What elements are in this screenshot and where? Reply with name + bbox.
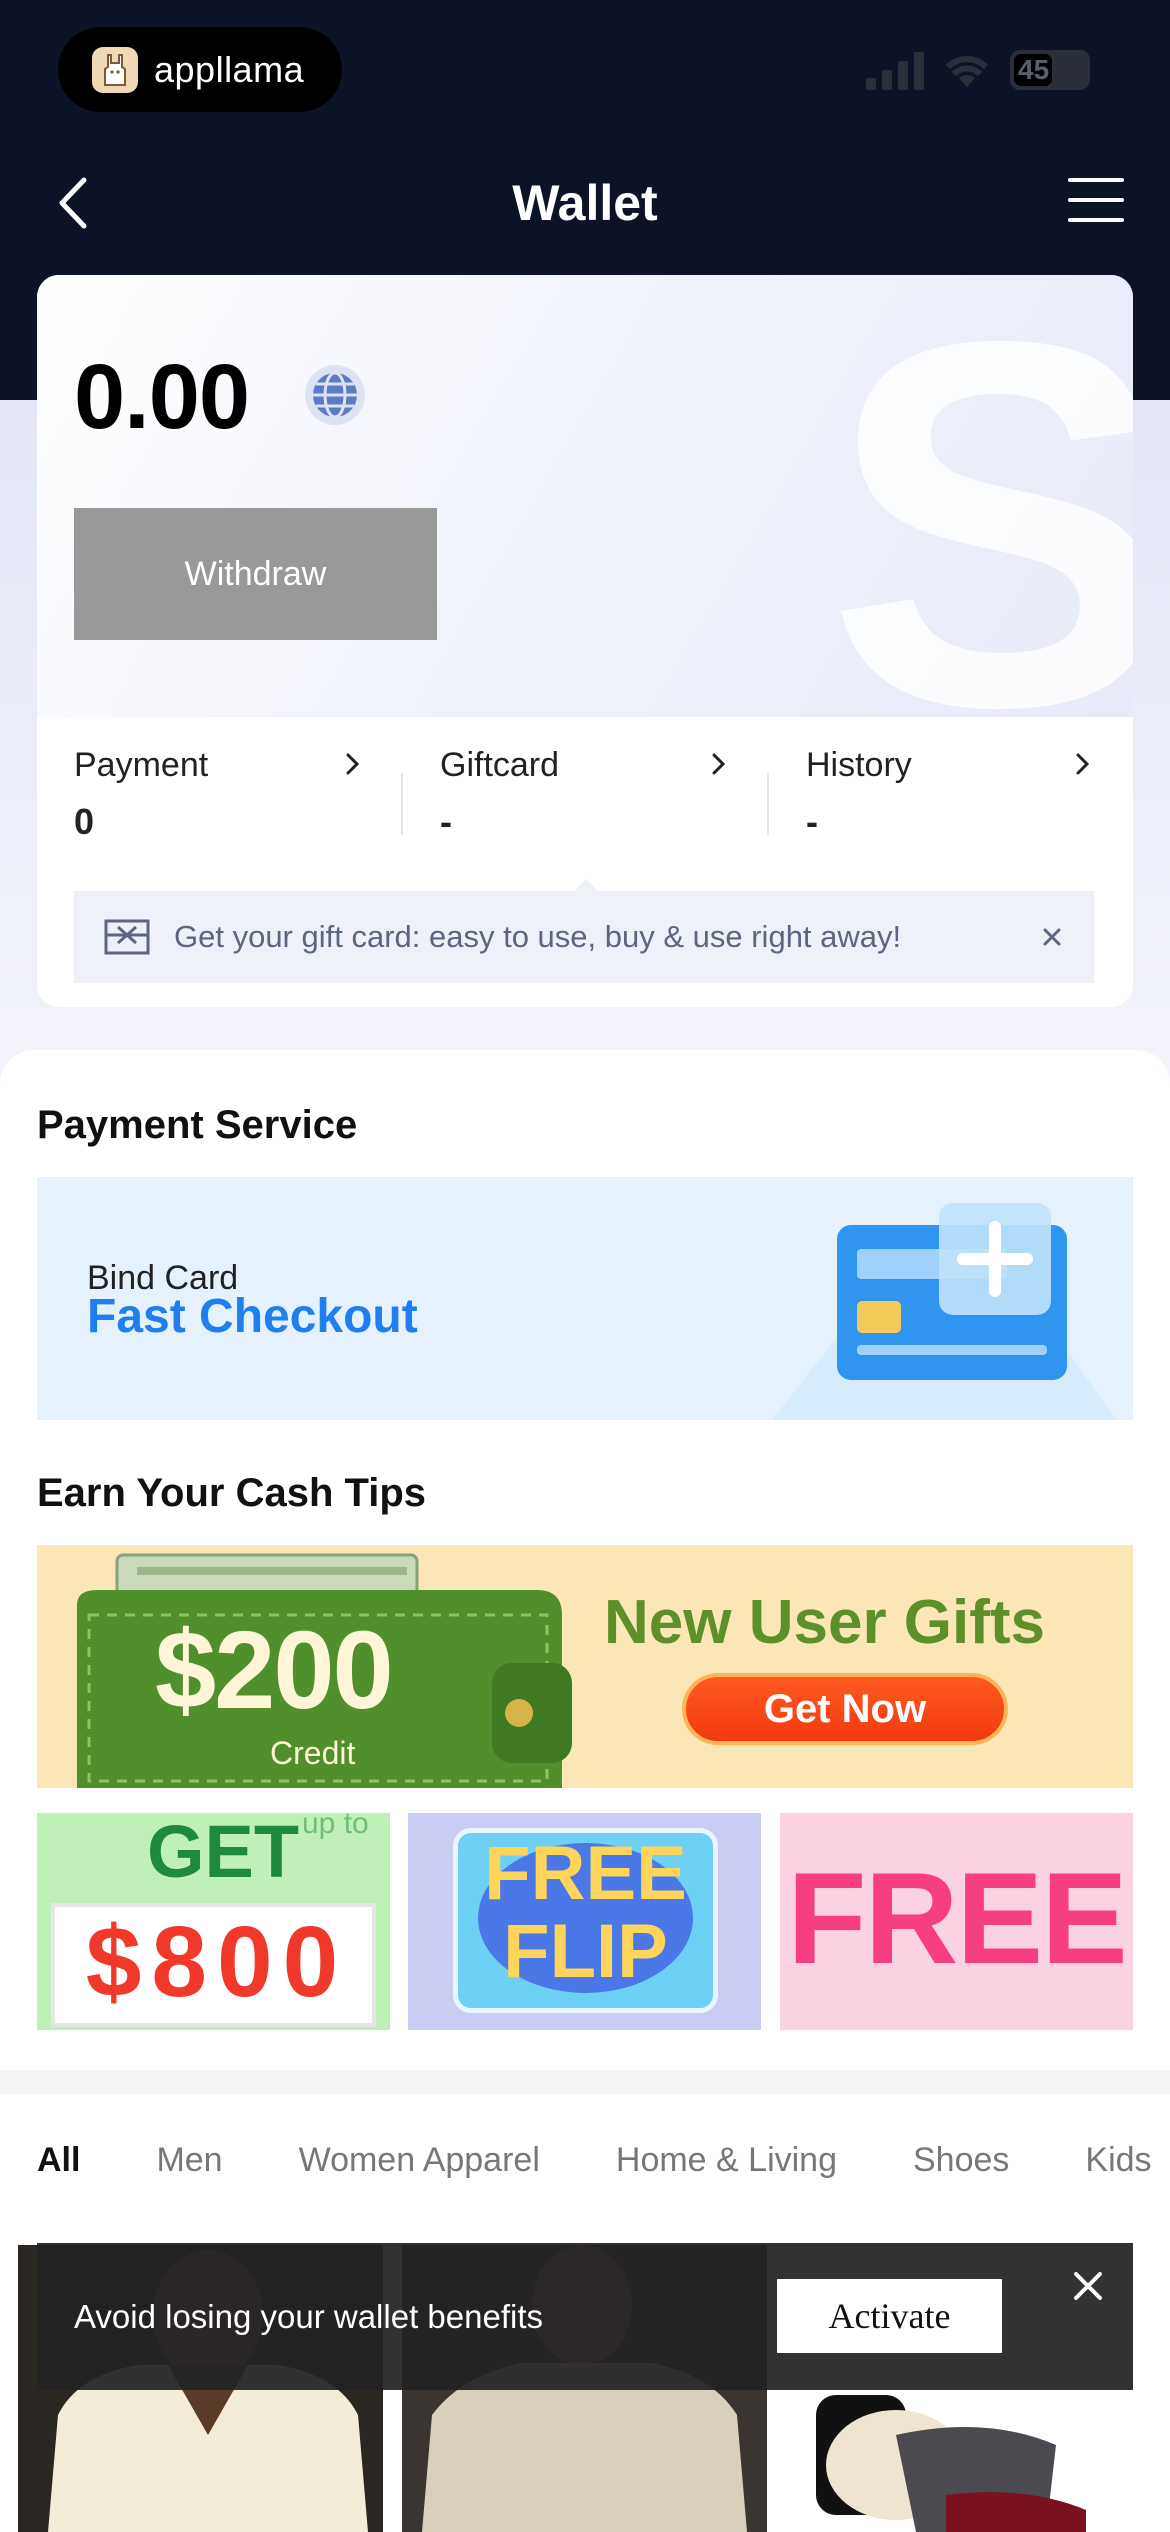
promo-free-text: FREE: [484, 1831, 687, 1916]
close-icon: [1074, 2272, 1102, 2300]
stat-payment[interactable]: Payment 0: [37, 743, 403, 853]
withdraw-button[interactable]: Withdraw: [74, 508, 437, 640]
promo-get-800[interactable]: GET up to $800: [37, 1813, 390, 2030]
wallet-benefits-toast: Avoid losing your wallet benefits Activa…: [37, 2243, 1133, 2390]
promo-amount: $800: [85, 1906, 349, 2018]
dollar-watermark: S: [826, 275, 1133, 815]
promo-get-text: GET: [147, 1813, 300, 1893]
credit-label: Credit: [270, 1735, 356, 1771]
currency-button[interactable]: [305, 365, 365, 425]
stat-giftcard[interactable]: Giftcard -: [403, 743, 769, 853]
credit-card-icon: [772, 1203, 1117, 1420]
app-name: appllama: [154, 48, 305, 90]
section-separator: [0, 2070, 1170, 2094]
chevron-right-icon: [1076, 753, 1090, 775]
tab-home-living[interactable]: Home & Living: [616, 2141, 837, 2180]
close-icon: [1043, 928, 1061, 946]
toast-message: Avoid losing your wallet benefits: [74, 2297, 543, 2335]
cash-tips-title: Earn Your Cash Tips: [37, 1471, 427, 1515]
tip-close-button[interactable]: [1034, 919, 1070, 955]
tab-men[interactable]: Men: [156, 2141, 222, 2180]
tab-women-apparel[interactable]: Women Apparel: [299, 2141, 540, 2180]
category-tabs: All Men Women Apparel Home & Living Shoe…: [37, 2135, 1170, 2185]
wallet-stats: Payment 0 Giftcard - History -: [37, 743, 1133, 853]
promo-free-flip[interactable]: FREE FLIP: [408, 1813, 761, 2030]
stat-history[interactable]: History -: [769, 743, 1133, 853]
balance-panel: S 0.00 Withdraw: [37, 275, 1133, 785]
get-now-button[interactable]: Get Now: [682, 1673, 1008, 1745]
signal-icon: [866, 52, 924, 90]
gift-card-tip[interactable]: Get your gift card: easy to use, buy & u…: [74, 879, 1094, 983]
chevron-right-icon: [712, 753, 726, 775]
battery-level: 45: [1018, 54, 1050, 85]
promo-free[interactable]: FREE: [780, 1813, 1133, 2030]
gift-tip-text: Get your gift card: easy to use, buy & u…: [174, 919, 902, 954]
stat-value: -: [806, 801, 818, 842]
stat-value: 0: [74, 801, 95, 842]
activate-button[interactable]: Activate: [777, 2279, 1002, 2353]
credit-amount: $200: [155, 1609, 394, 1732]
globe-icon: [313, 371, 357, 419]
llama-logo-icon: [92, 46, 138, 93]
promo-upto-text: up to: [302, 1813, 369, 1840]
page-title: Wallet: [512, 175, 658, 231]
wallet-balance: 0.00: [74, 346, 250, 448]
promo-free-label: FREE: [787, 1845, 1128, 1991]
bind-card-banner[interactable]: Bind Card Fast Checkout: [37, 1177, 1133, 1420]
new-user-gifts-banner[interactable]: $200 Credit New User Gifts Get Now: [37, 1545, 1133, 1788]
wifi-icon: [945, 56, 989, 87]
new-user-gifts-title: New User Gifts: [604, 1588, 1046, 1657]
tab-all[interactable]: All: [37, 2141, 80, 2180]
payment-service-title: Payment Service: [37, 1103, 358, 1147]
promo-flip-text: FLIP: [503, 1909, 668, 1994]
app-badge: appllama: [58, 27, 342, 112]
toast-close-button[interactable]: [1063, 2261, 1113, 2311]
battery-icon: 45: [1010, 50, 1090, 90]
gift-card-icon: [104, 919, 150, 955]
fast-checkout-label: Fast Checkout: [87, 1290, 418, 1343]
menu-button[interactable]: [1066, 170, 1126, 230]
hamburger-menu-icon: [1068, 178, 1124, 222]
tab-kids[interactable]: Kids: [1085, 2141, 1151, 2180]
wallet-card: S 0.00 Withdraw Payment 0 Giftcard - His…: [37, 275, 1133, 1007]
tab-shoes[interactable]: Shoes: [913, 2141, 1009, 2180]
stat-value: -: [440, 801, 452, 842]
status-icons: 45: [866, 50, 1090, 90]
chevron-right-icon: [346, 753, 360, 775]
